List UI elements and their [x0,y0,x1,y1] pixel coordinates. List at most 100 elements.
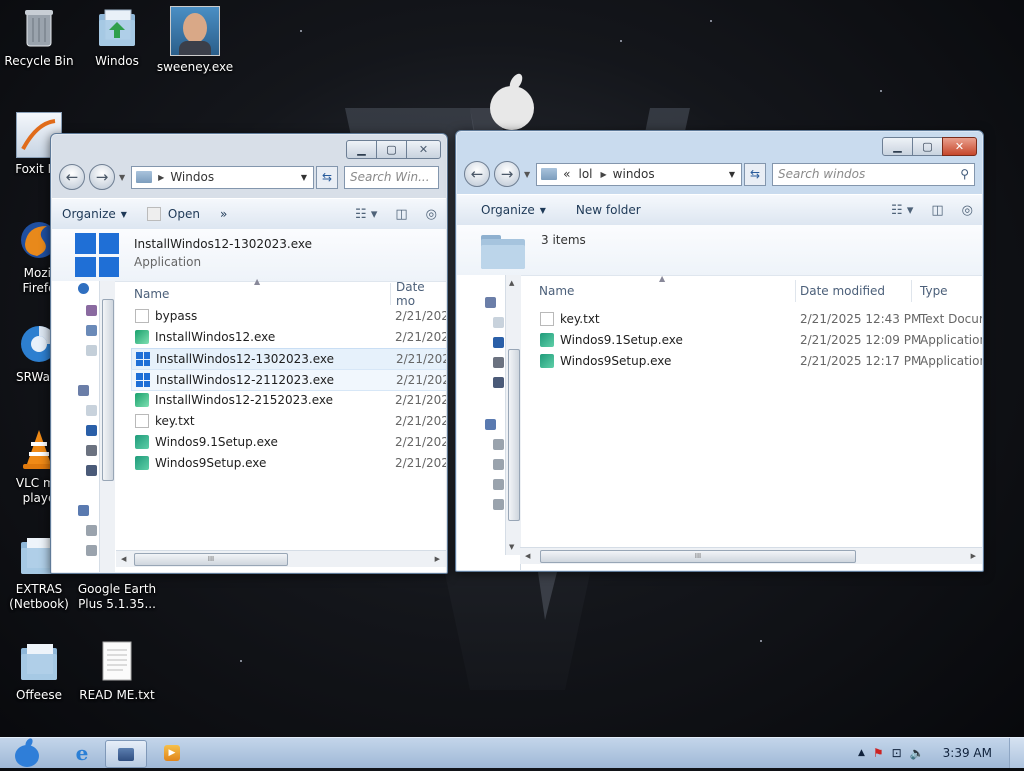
file-date: 2/21/2025 12:17 PM [800,354,922,368]
address-dropdown[interactable]: ▼ [295,173,313,182]
forward-button[interactable]: → [494,161,520,187]
close-button[interactable]: ✕ [406,140,441,159]
file-row[interactable]: key.txt 2/21/202 [131,411,446,431]
file-row[interactable]: Windos9.1Setup.exe 2/21/2025 12:09 PM Appl… [536,330,982,350]
back-button[interactable]: ← [464,161,490,187]
new-folder-button[interactable]: New folder [556,203,651,217]
close-button[interactable]: ✕ [942,137,977,156]
help-icon[interactable]: ◎ [426,207,437,222]
minimize-button[interactable]: ▁ [346,140,377,159]
navigation-pane-scrollbar[interactable]: ▲ ▼ [505,275,521,555]
camera-icon [493,357,504,368]
computer-icon [78,505,89,516]
column-name[interactable]: Name [539,284,574,298]
breadcrumb-windos[interactable]: windos [613,167,655,181]
address-dropdown[interactable]: ▼ [723,170,741,179]
column-type[interactable]: Type [920,284,948,298]
camera-icon [86,445,97,456]
more-commands-button[interactable]: » [210,207,237,221]
column-date-modified[interactable]: Date modified [800,284,885,298]
volume-muted-icon[interactable]: 🔈 [910,746,925,760]
navigation-pane[interactable] [52,281,115,572]
file-name: Windos9Setup.exe [560,354,672,368]
address-bar[interactable]: ▶ Windos ▼ [131,165,314,189]
recent-pages-dropdown[interactable]: ▼ [119,173,125,182]
desktop-icon-sweeney[interactable]: sweeney.exe [153,6,237,75]
preview-pane-icon[interactable]: ◫ [931,203,943,218]
file-row[interactable]: InstallWindos12-1302023.exe 2/21/202 [131,348,446,370]
file-row[interactable]: InstallWindos12-2112023.exe 2/21/202 [131,369,446,391]
column-separator[interactable] [795,280,796,302]
file-row[interactable]: Windos9.1Setup.exe 2/21/202 [131,432,446,452]
chevron-right-icon[interactable]: ▶ [601,170,607,179]
chevron-right-icon[interactable]: ▶ [158,173,164,182]
desktop-icon-readme[interactable]: READ ME.txt [75,640,159,703]
taskbar-internet-explorer[interactable]: e [62,740,102,766]
scrollbar-thumb[interactable]: III [540,550,856,563]
organize-button[interactable]: Organize ▼ [52,207,137,221]
navigation-pane[interactable]: ▲ ▼ [457,275,521,570]
view-options-icon[interactable]: ☷ ▾ [891,203,913,218]
column-separator[interactable] [911,280,912,302]
scroll-right-icon[interactable]: ▶ [435,555,440,563]
breadcrumb-overflow[interactable]: « [563,167,570,181]
taskbar-windows-explorer[interactable] [105,740,147,768]
file-row[interactable]: Windos9Setup.exe 2/21/202 [131,453,446,473]
file-row[interactable]: InstallWindos12.exe 2/21/202 [131,327,446,347]
scrollbar-thumb[interactable] [508,349,520,521]
scroll-up-icon[interactable]: ▲ [509,279,514,287]
show-hidden-icons-button[interactable]: ▲ [858,748,865,758]
explorer-window-windos[interactable]: ▁ ▢ ✕ ← → ▼ ▶ Windos ▼ ⇆ Search Win... O… [50,133,448,574]
column-name[interactable]: Name [134,287,169,301]
horizontal-scrollbar[interactable]: ◀ III ▶ [520,547,982,564]
network-icon[interactable]: ⊡ [892,746,902,760]
desktop-icon-offeese[interactable]: Offeese [0,640,81,703]
scroll-left-icon[interactable]: ◀ [525,552,530,560]
horizontal-scrollbar[interactable]: ◀ III ▶ [116,550,446,567]
navigation-pane-scrollbar[interactable] [99,281,115,572]
clock[interactable]: 3:39 AM [943,746,992,760]
file-name: Windos9Setup.exe [155,456,267,470]
file-row[interactable]: key.txt 2/21/2025 12:43 PM Text Docur [536,309,982,329]
file-row[interactable]: bypass 2/21/202 [131,306,446,326]
file-row[interactable]: Windos9Setup.exe 2/21/2025 12:17 PM Applic… [536,351,982,371]
refresh-button[interactable]: ⇆ [316,165,338,189]
taskbar-media-player[interactable]: ▶ [152,740,192,766]
preview-pane-icon[interactable]: ◫ [395,207,407,222]
explorer-window-windos-lol[interactable]: ▁ ▢ ✕ ← → ▼ « lol ▶ windos ▼ ⇆ Search wi… [455,130,984,572]
open-button[interactable]: Open [137,207,210,221]
app-icon [146,207,161,221]
breadcrumb-lol[interactable]: lol [579,167,593,181]
start-button[interactable] [8,738,46,768]
search-icon[interactable]: ⚲ [960,167,969,181]
scrollbar-thumb[interactable]: III [134,553,288,566]
action-center-flag-icon[interactable]: ⚑ [873,746,884,760]
column-separator[interactable] [390,283,391,305]
search-input[interactable]: Search windos ⚲ [772,162,975,186]
folder-icon [541,168,558,180]
file-type: Application [920,354,982,368]
minimize-button[interactable]: ▁ [882,137,913,156]
file-row[interactable]: InstallWindos12-2152023.exe 2/21/202 [131,390,446,410]
breadcrumb-windos[interactable]: Windos [170,170,214,184]
scroll-left-icon[interactable]: ◀ [121,555,126,563]
scroll-right-icon[interactable]: ▶ [971,552,976,560]
view-options-icon[interactable]: ☷ ▾ [355,207,377,222]
show-desktop-button[interactable] [1009,738,1024,768]
organize-button[interactable]: Organize ▼ [457,203,556,217]
address-bar[interactable]: « lol ▶ windos ▼ [536,162,742,186]
column-date[interactable]: Date mo [396,280,434,308]
recent-pages-dropdown[interactable]: ▼ [524,170,530,179]
help-icon[interactable]: ◎ [962,203,973,218]
maximize-button[interactable]: ▢ [376,140,407,159]
forward-button[interactable]: → [89,164,115,190]
search-input[interactable]: Search Win... [344,165,439,189]
back-button[interactable]: ← [59,164,85,190]
scrollbar-thumb[interactable] [102,299,114,481]
refresh-button[interactable]: ⇆ [744,162,766,186]
desktop-icon-recycle-bin[interactable]: Recycle Bin [0,6,81,69]
maximize-button[interactable]: ▢ [912,137,943,156]
scroll-down-icon[interactable]: ▼ [509,543,514,551]
file-date: 2/21/202 [395,393,446,407]
desktop-icon-windos[interactable]: Windos [75,6,159,69]
